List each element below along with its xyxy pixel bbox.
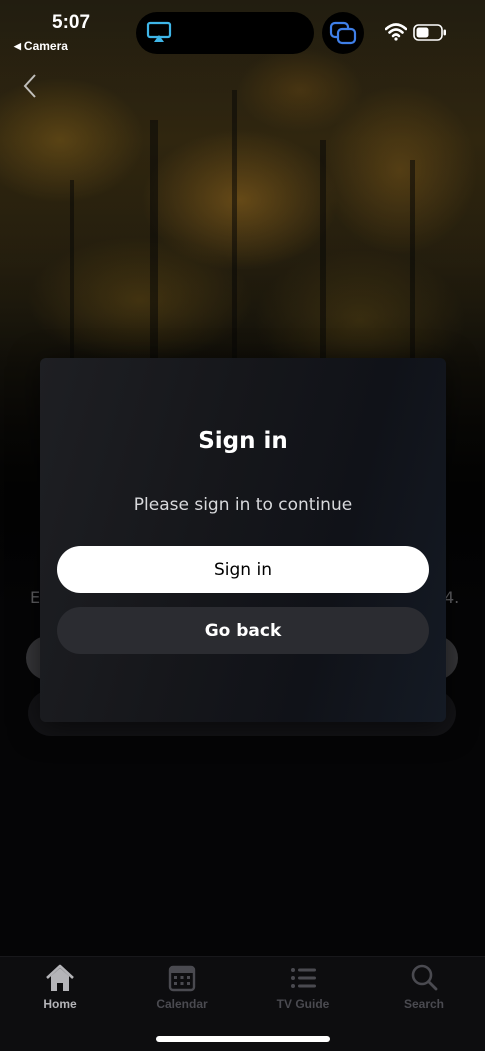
modal-subtitle: Please sign in to continue — [133, 495, 353, 515]
airplay-icon — [146, 21, 172, 42]
tab-home[interactable]: Home — [15, 963, 105, 1019]
tab-search-label: Search — [403, 997, 445, 1011]
wifi-icon — [385, 23, 407, 41]
home-indicator[interactable] — [156, 1036, 330, 1042]
tab-tv-guide[interactable]: TV Guide — [258, 963, 348, 1019]
app-screen: 5:07 ◀ Camera E 4. Sign in Please sign i… — [0, 0, 485, 1051]
sign-in-modal: Sign in Please sign in to continue Sign … — [40, 358, 446, 722]
status-time: 5:07 — [52, 12, 91, 33]
home-icon — [46, 964, 74, 991]
tab-calendar-label: Calendar — [156, 997, 208, 1011]
screen-mirroring-icon — [329, 21, 357, 45]
calendar-icon — [168, 965, 196, 992]
go-back-button[interactable]: Go back — [57, 607, 429, 654]
back-to-app-link[interactable]: ◀ Camera — [14, 39, 68, 53]
underlying-text-left: E — [30, 588, 41, 607]
modal-title: Sign in — [198, 428, 288, 454]
back-triangle-icon: ◀ — [14, 40, 21, 51]
tab-search[interactable]: Search — [379, 963, 469, 1019]
battery-icon — [413, 24, 446, 41]
underlying-text-right: 4. — [444, 588, 460, 607]
list-icon — [291, 968, 316, 988]
tab-tv-guide-label: TV Guide — [276, 997, 330, 1011]
back-app-label: Camera — [23, 39, 68, 53]
chevron-left-icon[interactable] — [20, 72, 42, 100]
tab-home-label: Home — [43, 997, 77, 1011]
tab-calendar[interactable]: Calendar — [137, 963, 227, 1019]
search-icon — [411, 964, 438, 991]
sign-in-button[interactable]: Sign in — [57, 546, 429, 593]
